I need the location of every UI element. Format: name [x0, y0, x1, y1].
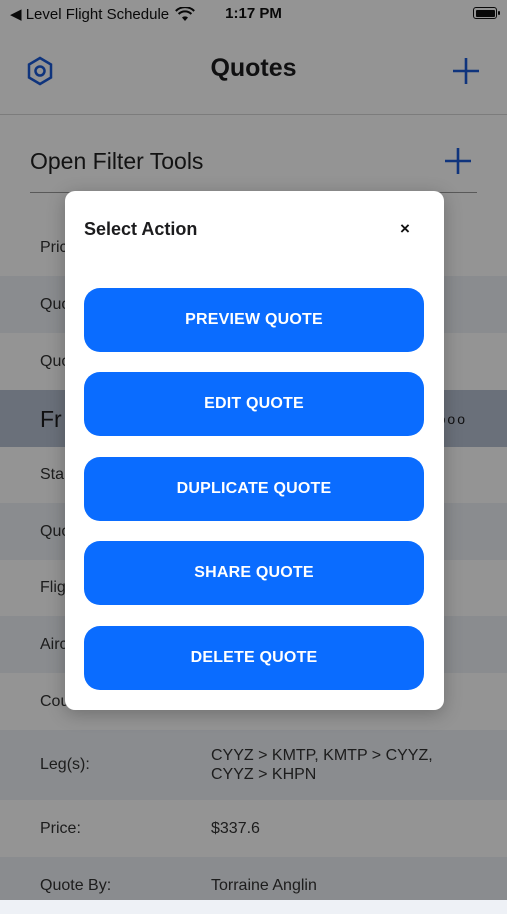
close-icon[interactable]: × — [394, 218, 416, 240]
delete-quote-button[interactable]: DELETE QUOTE — [84, 626, 424, 690]
share-quote-button[interactable]: SHARE QUOTE — [84, 541, 424, 605]
preview-quote-button[interactable]: PREVIEW QUOTE — [84, 288, 424, 352]
select-action-dialog: Select Action × PREVIEW QUOTE EDIT QUOTE… — [65, 191, 444, 710]
edit-quote-button[interactable]: EDIT QUOTE — [84, 372, 424, 436]
duplicate-quote-button[interactable]: DUPLICATE QUOTE — [84, 457, 424, 521]
dialog-title: Select Action — [84, 219, 198, 239]
